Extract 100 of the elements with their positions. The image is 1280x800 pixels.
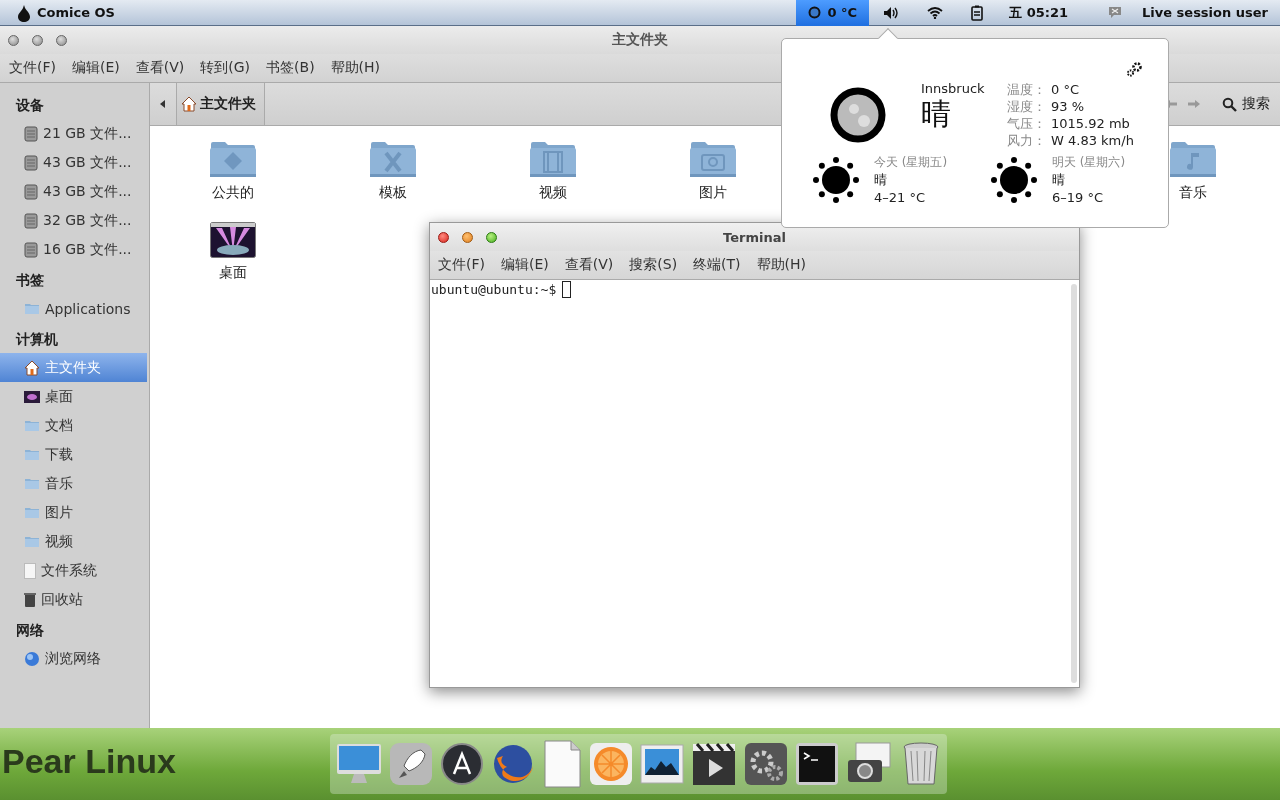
forecast-condition: 晴 <box>874 171 888 189</box>
volume-icon[interactable] <box>883 5 900 20</box>
folder-icon[interactable] <box>369 140 417 178</box>
window-title: 主文件夹 <box>612 31 668 49</box>
app-store-icon[interactable] <box>440 742 484 786</box>
app-name[interactable]: Comice OS <box>37 5 115 20</box>
desktop-wallpaper-icon[interactable] <box>210 222 256 258</box>
clock[interactable]: 五 05:21 <box>1009 3 1068 22</box>
sidebar-item[interactable]: 视频 <box>0 527 149 556</box>
hard-drive-icon <box>24 241 38 258</box>
landscape-picture-icon[interactable] <box>640 742 684 786</box>
hard-drive-icon <box>24 154 38 171</box>
detail-value: W 4.83 km/h <box>1051 132 1134 149</box>
sidebar-item[interactable]: 21 GB 文件... <box>0 119 149 148</box>
folder-icon[interactable] <box>529 140 577 178</box>
sidebar-item[interactable]: 文件系统 <box>0 556 149 585</box>
menu-item[interactable]: 编辑(E) <box>72 59 120 77</box>
forecast-day: 今天 (星期五) <box>874 153 948 171</box>
path-button[interactable]: 主文件夹 <box>176 83 265 125</box>
detail-label: 湿度： <box>1007 98 1047 115</box>
sidebar-item[interactable]: 16 GB 文件... <box>0 235 149 264</box>
file-label[interactable]: 模板 <box>379 184 407 202</box>
menu-item[interactable]: 文件(F) <box>9 59 56 77</box>
monitor-icon[interactable] <box>336 742 382 786</box>
forecast-day: 明天 (星期六) <box>1052 153 1126 171</box>
file-label[interactable]: 视频 <box>539 184 567 202</box>
globe-icon <box>24 650 40 667</box>
file-label[interactable]: 桌面 <box>219 264 247 282</box>
back-arrow-icon[interactable] <box>158 99 166 109</box>
sidebar-item[interactable]: 音乐 <box>0 469 149 498</box>
menu-item[interactable]: 帮助(H) <box>330 59 381 77</box>
file-label[interactable]: 音乐 <box>1179 184 1207 202</box>
window-title: Terminal <box>723 229 786 245</box>
file-label[interactable]: 公共的 <box>212 184 254 202</box>
menu-item[interactable]: 书签(B) <box>266 59 315 77</box>
close-button[interactable] <box>8 34 19 46</box>
folder-icon <box>24 302 40 315</box>
clapperboard-icon[interactable] <box>691 741 737 787</box>
trash-icon[interactable] <box>901 741 941 787</box>
search-button[interactable]: 搜索 <box>1222 95 1270 113</box>
menu-item[interactable]: 文件(F) <box>438 256 485 274</box>
hard-drive-icon <box>24 212 38 229</box>
chat-icon[interactable] <box>1108 6 1122 19</box>
gears-icon[interactable] <box>744 742 788 786</box>
menu-item[interactable]: 编辑(E) <box>501 256 549 274</box>
sidebar-heading: 设备 <box>14 96 45 115</box>
weather-condition: 晴 <box>921 96 952 132</box>
menu-item[interactable]: 终端(T) <box>693 256 741 274</box>
shell-prompt: ubuntu@ubuntu:~$ <box>431 281 557 299</box>
sidebar-item[interactable]: 回收站 <box>0 585 149 614</box>
home-icon <box>181 96 197 112</box>
sidebar-item[interactable]: 文档 <box>0 411 149 440</box>
menu-item[interactable]: 查看(V) <box>564 256 614 274</box>
text-cursor <box>562 281 572 298</box>
weather-indicator[interactable]: 0 °C <box>796 0 870 26</box>
menu-item[interactable]: 转到(G) <box>200 59 251 77</box>
sidebar-item[interactable]: 43 GB 文件... <box>0 148 149 177</box>
file-label[interactable]: 图片 <box>699 184 727 202</box>
sidebar-item[interactable]: 图片 <box>0 498 149 527</box>
folder-icon[interactable] <box>209 140 257 178</box>
wifi-icon[interactable] <box>927 6 944 19</box>
trash-icon <box>24 591 36 608</box>
menu-item[interactable]: 搜索(S) <box>629 256 678 274</box>
folder-icon <box>24 448 40 461</box>
close-button[interactable] <box>438 231 449 243</box>
sidebar-item[interactable]: 43 GB 文件... <box>0 177 149 206</box>
sidebar-item[interactable]: 桌面 <box>0 382 149 411</box>
folder-icon[interactable] <box>1169 140 1217 178</box>
maximize-button[interactable] <box>56 34 67 46</box>
minimize-button[interactable] <box>32 34 43 46</box>
fruit-slice-icon[interactable] <box>589 742 633 786</box>
detail-value: 0 °C <box>1051 81 1080 98</box>
menu-item[interactable]: 帮助(H) <box>756 256 807 274</box>
moon-icon <box>830 87 886 143</box>
sidebar-heading: 计算机 <box>14 330 59 349</box>
hard-drive-icon <box>24 183 38 200</box>
terminal-icon[interactable] <box>795 742 839 786</box>
home-icon <box>24 359 40 376</box>
sidebar-item[interactable]: 32 GB 文件... <box>0 206 149 235</box>
battery-icon[interactable] <box>971 4 984 21</box>
detail-value: 93 % <box>1051 98 1086 115</box>
sidebar-item[interactable]: 浏览网络 <box>0 644 149 673</box>
detail-value: 1015.92 mb <box>1051 115 1131 132</box>
scrollbar[interactable] <box>1071 284 1077 683</box>
blank-file-icon <box>24 562 36 579</box>
folder-icon[interactable] <box>689 140 737 178</box>
globe-icon[interactable] <box>491 742 535 786</box>
folder-icon <box>24 535 40 548</box>
menu-item[interactable]: 查看(V) <box>135 59 185 77</box>
sun-icon <box>990 156 1038 204</box>
maximize-button[interactable] <box>486 231 497 243</box>
minimize-button[interactable] <box>462 231 473 243</box>
forecast-temperature: 6–19 °C <box>1052 189 1105 207</box>
sidebar-item[interactable]: 下载 <box>0 440 149 469</box>
city-name: Innsbruck <box>921 81 986 96</box>
user-menu[interactable]: Live session user <box>1142 5 1268 20</box>
settings-icon[interactable] <box>1126 61 1143 77</box>
wallpaper-logo: Pear Linux <box>2 742 176 781</box>
document-icon[interactable] <box>542 740 582 788</box>
sidebar-item[interactable]: Applications <box>0 294 149 323</box>
